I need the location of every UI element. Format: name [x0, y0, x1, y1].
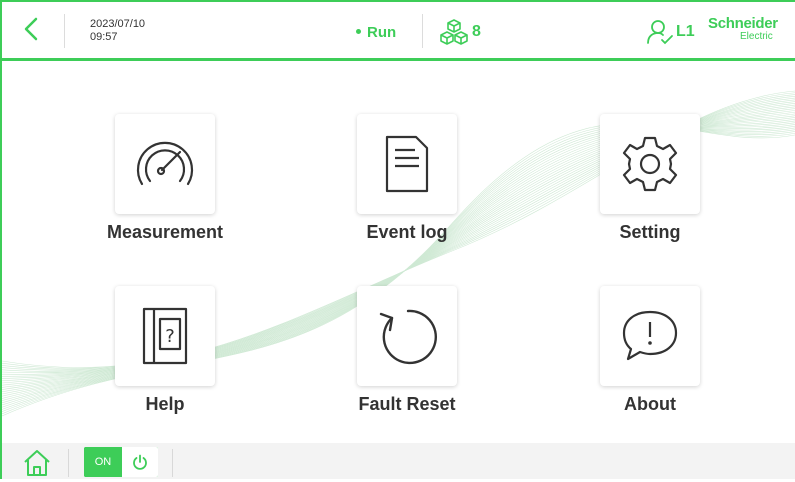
fault-reset-icon-box: [357, 286, 457, 386]
user-indicator[interactable]: L1: [646, 19, 695, 45]
help-icon-box: ?: [115, 286, 215, 386]
measurement-tile[interactable]: Measurement: [79, 114, 229, 274]
document-icon: [385, 135, 429, 193]
gauge-icon: [136, 141, 194, 186]
svg-text:?: ?: [165, 326, 175, 347]
main-menu: Measurement Event log Setting ? Help Fau…: [2, 61, 795, 443]
help-label: Help: [145, 394, 185, 414]
measurement-label: Measurement: [106, 222, 224, 242]
date-text: 2023/07/10: [90, 18, 146, 30]
about-label: About: [624, 394, 676, 414]
home-button[interactable]: [22, 449, 52, 477]
back-button[interactable]: [16, 14, 46, 44]
help-tile[interactable]: ? Help: [79, 286, 229, 443]
cube-count: 8: [472, 23, 481, 40]
toggle-on-label: ON: [84, 447, 122, 477]
setting-icon-box: [600, 114, 700, 214]
user-check-icon: [647, 20, 673, 45]
home-icon: [24, 450, 50, 476]
cubes-icon: [440, 19, 468, 45]
cube-indicator[interactable]: 8: [438, 18, 481, 46]
schneider-logo: Schneider Electric: [708, 15, 778, 42]
header-divider: [422, 14, 423, 48]
power-knob: [122, 447, 158, 477]
power-icon: [133, 454, 147, 470]
speech-bubble-info-icon: [622, 310, 678, 361]
status-text: Run: [367, 24, 397, 41]
gear-icon: [622, 136, 678, 192]
run-status: Run: [356, 24, 396, 41]
measurement-icon-box: [115, 114, 215, 214]
fault-reset-tile[interactable]: Fault Reset: [321, 286, 471, 443]
about-tile[interactable]: About: [564, 286, 714, 443]
footer-bar: ON: [2, 443, 795, 479]
setting-label: Setting: [619, 222, 681, 242]
user-level: L1: [676, 23, 695, 40]
time-text: 09:57: [90, 31, 118, 43]
footer-divider: [172, 449, 173, 477]
about-icon-box: [600, 286, 700, 386]
event-log-label: Event log: [366, 222, 448, 242]
fault-reset-label: Fault Reset: [358, 394, 456, 414]
header-divider: [64, 14, 65, 48]
event-log-icon-box: [357, 114, 457, 214]
event-log-tile[interactable]: Event log: [321, 114, 471, 274]
chevron-left-icon: [24, 17, 38, 41]
footer-divider: [68, 449, 69, 477]
date-time: 2023/07/10 09:57: [90, 18, 145, 44]
status-dot-icon: [356, 28, 361, 34]
setting-tile[interactable]: Setting: [564, 114, 714, 274]
header-bar: 2023/07/10 09:57 Run 8 L1 Schneider Elec…: [2, 2, 795, 61]
help-book-icon: ?: [142, 307, 188, 365]
reset-icon: [379, 309, 437, 365]
power-toggle[interactable]: ON: [84, 447, 158, 477]
